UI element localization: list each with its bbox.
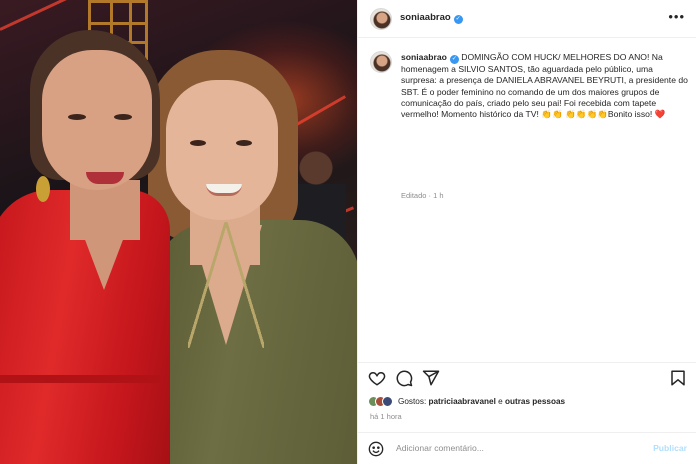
woman-right-blouse-trim [188, 222, 264, 348]
light-beam [0, 0, 74, 31]
likes-prefix: Gostos: [398, 397, 427, 406]
woman-right-eye [190, 140, 206, 146]
woman-left-face [42, 50, 152, 190]
avatar[interactable] [370, 8, 392, 30]
avatar[interactable] [370, 51, 392, 73]
liker-username-link[interactable]: patriciaabravanel [429, 397, 496, 406]
verified-badge-icon: ✓ [453, 15, 463, 24]
post-side-panel: soniaabrao ✓ ••• soniaabrao ✓ DOMINGÃO COM… [357, 0, 696, 464]
heart-icon[interactable] [368, 369, 386, 387]
liker-avatar [382, 396, 393, 407]
username-link[interactable]: soniaabrao ✓ [400, 12, 463, 24]
woman-right-face [166, 80, 278, 220]
action-bar [358, 362, 696, 390]
caption-text: soniaabrao ✓ DOMINGÃO COM HUCK/ MELHORES … [401, 52, 691, 120]
share-icon[interactable] [422, 369, 440, 387]
comment-icon[interactable] [395, 369, 413, 387]
caption-username-link[interactable]: soniaabrao ✓ [401, 52, 459, 64]
likes-conjunction: e [498, 397, 503, 406]
caption-meta: Editado · 1 h [401, 191, 444, 200]
woman-left-eye [68, 114, 86, 120]
woman-right-eye [236, 140, 252, 146]
emoji-icon[interactable] [368, 441, 384, 457]
woman-left-neckline [70, 200, 138, 290]
bookmark-icon[interactable] [669, 369, 687, 387]
post-timestamp[interactable]: há 1 hora [370, 412, 402, 421]
woman-left-smile [86, 172, 124, 184]
verified-badge-icon: ✓ [449, 55, 459, 64]
post-photo[interactable] [0, 0, 357, 464]
caption-body: DOMINGÃO COM HUCK/ MELHORES DO ANO! Na h… [401, 52, 688, 120]
comment-input[interactable] [396, 443, 616, 453]
publish-comment-button[interactable]: Publicar [653, 443, 687, 453]
comment-box: Publicar [358, 432, 696, 464]
woman-left-earring [36, 176, 50, 202]
woman-left-eye [114, 114, 132, 120]
woman-left-dress-waist [0, 375, 160, 383]
post-header: soniaabrao ✓ ••• [358, 0, 696, 38]
likes-others-link[interactable]: outras pessoas [505, 397, 565, 406]
more-horizontal-icon[interactable]: ••• [668, 9, 685, 24]
